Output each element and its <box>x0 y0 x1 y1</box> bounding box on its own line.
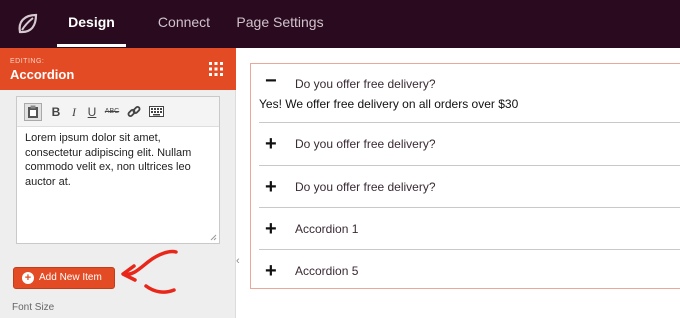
editing-title: Accordion <box>10 67 75 82</box>
accordion-item-title[interactable]: Do you offer free delivery? <box>295 77 436 91</box>
font-size-label: Font Size <box>12 302 55 313</box>
active-tab-indicator <box>57 44 126 47</box>
add-new-item-button[interactable]: + Add New Item <box>13 267 115 289</box>
plus-circle-icon: + <box>22 272 34 284</box>
editing-label: EDITING: <box>10 58 45 65</box>
leaf-logo-icon[interactable] <box>14 10 42 38</box>
keyboard-icon[interactable] <box>147 103 165 121</box>
annotation-arrow-icon <box>121 249 178 294</box>
resize-handle-icon[interactable] <box>209 233 217 241</box>
accordion-preview: − Do you offer free delivery? Yes! We of… <box>250 63 680 289</box>
accordion-item-content: Yes! We offer free delivery on all order… <box>259 97 519 111</box>
plus-icon[interactable]: + <box>265 134 277 154</box>
accordion-item-title[interactable]: Accordion 1 <box>295 222 358 236</box>
tab-connect[interactable]: Connect <box>146 0 222 48</box>
strikethrough-icon[interactable]: ABC <box>103 103 121 121</box>
accordion-item-title[interactable]: Accordion 5 <box>295 264 358 278</box>
text-editor[interactable]: B I U ABC Lorem ipsum dolor sit amet, co… <box>16 96 220 244</box>
italic-icon[interactable]: I <box>65 103 83 121</box>
plus-icon[interactable]: + <box>265 219 277 239</box>
add-new-item-label: Add New Item <box>39 272 102 283</box>
accordion-item[interactable]: + Do you offer free delivery? <box>259 166 680 208</box>
editor-content[interactable]: Lorem ipsum dolor sit amet, consectetur … <box>25 131 215 189</box>
accordion-item[interactable]: + Accordion 1 <box>259 208 680 250</box>
paste-icon[interactable] <box>24 103 42 121</box>
accordion-item[interactable]: + Do you offer free delivery? <box>259 123 680 166</box>
accordion-item-title[interactable]: Do you offer free delivery? <box>295 180 436 194</box>
top-navigation-bar: Design Connect Page Settings <box>0 0 680 48</box>
accordion-item[interactable]: + Accordion 5 <box>259 250 680 290</box>
collapse-panel-chevron-icon[interactable]: ‹ <box>236 255 240 267</box>
underline-icon[interactable]: U <box>83 103 101 121</box>
editor-toolbar: B I U ABC <box>17 97 219 127</box>
minus-icon[interactable]: − <box>265 71 277 91</box>
panel-header: EDITING: Accordion <box>0 48 236 90</box>
accordion-item[interactable]: − Do you offer free delivery? Yes! We of… <box>259 64 680 123</box>
link-icon[interactable] <box>125 103 143 121</box>
tab-page-settings[interactable]: Page Settings <box>232 0 328 48</box>
plus-icon[interactable]: + <box>265 177 277 197</box>
bold-icon[interactable]: B <box>47 103 65 121</box>
tab-design[interactable]: Design <box>57 0 126 48</box>
accordion-item-title[interactable]: Do you offer free delivery? <box>295 137 436 151</box>
grid-dots-icon[interactable] <box>208 61 224 77</box>
plus-icon[interactable]: + <box>265 261 277 281</box>
